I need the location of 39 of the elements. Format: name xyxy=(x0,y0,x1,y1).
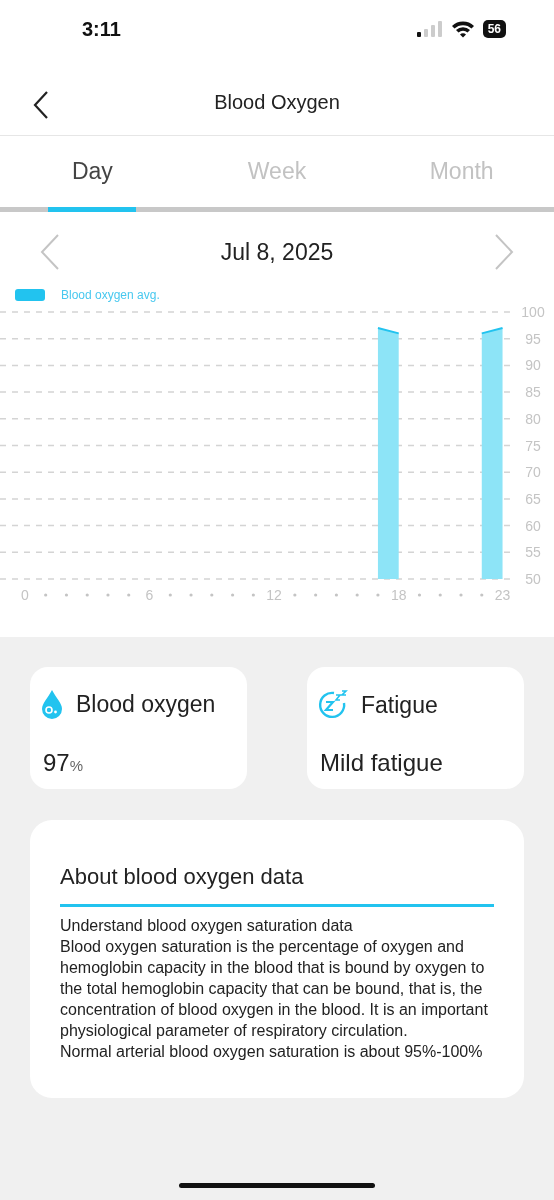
battery-level: 56 xyxy=(482,20,506,38)
y-axis-label: 65 xyxy=(525,490,541,507)
page-title: Blood Oxygen xyxy=(214,91,340,114)
card-title: Fatigue xyxy=(361,691,438,719)
y-axis-label: 95 xyxy=(525,330,541,347)
x-axis-label: 12 xyxy=(266,587,282,602)
x-axis-label: 23 xyxy=(494,587,511,602)
date-label: Jul 8, 2025 xyxy=(220,238,334,266)
card-value: 97% xyxy=(42,749,85,777)
status-time: 3:11 xyxy=(82,17,121,41)
x-axis-label: 18 xyxy=(390,587,407,602)
x-axis-label: 6 xyxy=(145,587,154,602)
y-axis-label: 75 xyxy=(525,437,541,454)
y-axis-label: 70 xyxy=(525,464,541,481)
y-axis-label: 80 xyxy=(525,410,541,427)
legend-label: Blood oxygen avg. xyxy=(61,288,160,302)
y-axis-label: 90 xyxy=(525,357,541,374)
next-day-button[interactable] xyxy=(492,233,516,271)
y-axis-label: 50 xyxy=(525,571,541,587)
signal-icon xyxy=(416,21,443,37)
info-title: About blood oxygen data xyxy=(60,864,494,907)
y-axis-label: 85 xyxy=(525,384,541,401)
x-axis-label: 0 xyxy=(21,587,29,602)
info-paragraph: Understand blood oxygen saturation data xyxy=(60,916,354,936)
y-axis-label: 100 xyxy=(521,304,545,320)
period-tab[interactable]: Week xyxy=(184,136,370,212)
sleep-icon xyxy=(317,689,349,721)
legend-swatch xyxy=(15,289,45,301)
previous-day-button[interactable] xyxy=(38,233,62,271)
info-paragraph: Blood oxygen saturation is the percentage of oxygen and hemoglobin capacity in the blood that is bound by oxygen to the total hemoglobin capacity that can be bound, that is, the concentration of blood oxygen in the blood. It is an important physiological parameter of respiratory circulation. xyxy=(60,937,489,1041)
period-tab[interactable]: Month xyxy=(369,136,554,212)
info-paragraph: Normal arterial blood oxygen saturation is about 95%-100% xyxy=(60,1042,484,1062)
oxygen-drop-icon xyxy=(40,689,64,719)
y-axis-label: 55 xyxy=(525,544,541,561)
card-value: Mild fatigue xyxy=(319,749,444,777)
wifi-icon xyxy=(450,20,475,38)
y-axis-label: 60 xyxy=(525,517,541,534)
card-title: Blood oxygen xyxy=(76,690,216,718)
period-tab[interactable]: Day xyxy=(0,136,185,212)
